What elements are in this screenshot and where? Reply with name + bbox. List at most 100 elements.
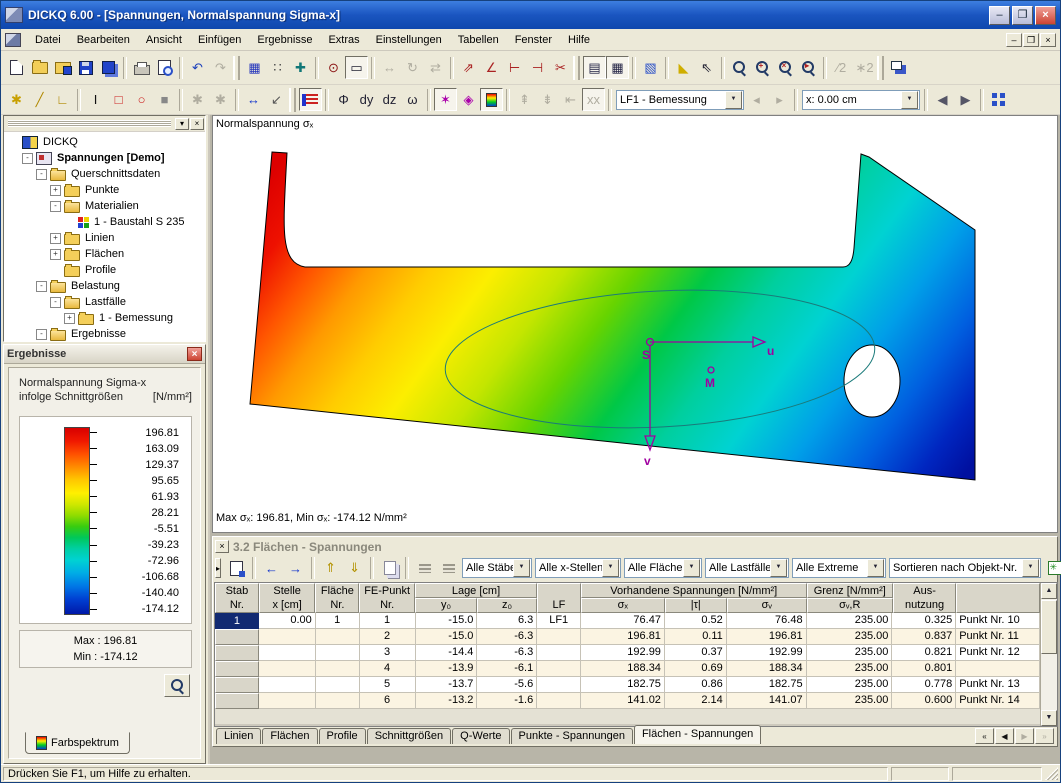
select-rect-button[interactable]: ▭	[345, 56, 368, 79]
cell[interactable]: -14.4	[415, 645, 478, 661]
tree-item-profile[interactable]: Profile	[4, 262, 205, 278]
cell[interactable]	[258, 645, 316, 661]
minimize-button[interactable]: –	[989, 5, 1010, 25]
undo-button[interactable]: ↶	[186, 56, 209, 79]
tree-item-spannungen-demo[interactable]: - Spannungen [Demo]	[4, 150, 205, 166]
cell[interactable]: 1	[359, 613, 416, 629]
tree-item-linien[interactable]: + Linien	[4, 230, 205, 246]
collapse-icon[interactable]: -	[22, 152, 33, 164]
cell[interactable]: 0.86	[664, 677, 727, 693]
cell[interactable]: 0.37	[664, 645, 727, 661]
cell[interactable]: 235.00	[806, 661, 893, 677]
row-header-cell[interactable]	[215, 677, 259, 693]
cell[interactable]	[315, 693, 360, 709]
cell[interactable]: LF1	[537, 613, 582, 629]
cell[interactable]: 6	[359, 693, 416, 709]
filter-lastfaelle-arrow-icon[interactable]: ▼	[770, 559, 788, 577]
new-file-button[interactable]	[5, 56, 28, 79]
row-header-cell[interactable]: 1	[215, 613, 259, 629]
row-header-cell[interactable]	[215, 661, 259, 677]
profile-plate-button[interactable]: ■	[153, 88, 176, 111]
print-preview-button[interactable]	[153, 56, 176, 79]
result-phi-button[interactable]: Φ	[332, 88, 355, 111]
filter-x-stellen-arrow-icon[interactable]: ▼	[602, 559, 620, 577]
tree-item-1-baustahl-s-235[interactable]: 1 - Baustahl S 235	[4, 214, 205, 230]
tab-profile[interactable]: Profile	[318, 728, 366, 744]
cell[interactable]	[315, 677, 360, 693]
menu-item-einf-gen[interactable]: Einfügen	[190, 31, 249, 49]
result-dz-button[interactable]: dz	[378, 88, 401, 111]
cell[interactable]: 192.99	[726, 645, 807, 661]
zoom-dynamic-button[interactable]: ▸	[797, 56, 820, 79]
print-graphic-button[interactable]: ▧	[639, 56, 662, 79]
expand-icon[interactable]: +	[50, 248, 61, 260]
edit-corner-button[interactable]: ∠	[480, 56, 503, 79]
expand-icon[interactable]: +	[50, 232, 61, 244]
result-omega-button[interactable]: ω	[401, 88, 424, 111]
cell[interactable]: 2	[359, 629, 416, 645]
menu-item-bearbeiten[interactable]: Bearbeiten	[69, 31, 138, 49]
x-position-select-arrow-icon[interactable]: ▼	[901, 90, 918, 109]
cell[interactable]	[537, 693, 582, 709]
menu-item-tabellen[interactable]: Tabellen	[450, 31, 507, 49]
cell[interactable]: -15.0	[415, 613, 478, 629]
navigator-pin-button[interactable]: ▾	[175, 117, 189, 130]
resize-grip[interactable]	[1045, 767, 1058, 780]
cell[interactable]: 0.11	[664, 629, 727, 645]
cell[interactable]: Punkt Nr. 10	[956, 613, 1040, 629]
open-project-button[interactable]	[51, 56, 74, 79]
zoom-in-button[interactable]: +	[751, 56, 774, 79]
tree-item-fl-chen[interactable]: + Flächen	[4, 246, 205, 262]
grip-handle-icon[interactable]	[8, 120, 171, 127]
table-close-button[interactable]: ×	[215, 540, 229, 553]
cell[interactable]	[315, 661, 360, 677]
move-node-button[interactable]: ⇗	[457, 56, 480, 79]
filter-staebe-arrow-icon[interactable]: ▼	[513, 559, 531, 577]
result-dy-button[interactable]: dy	[355, 88, 378, 111]
cell[interactable]: 76.48	[726, 613, 807, 629]
prev-x-button[interactable]: ◀	[931, 88, 954, 111]
collapse-icon[interactable]: -	[36, 168, 47, 180]
snap-pin-button[interactable]: ⊙	[322, 56, 345, 79]
mdi-minimize-button[interactable]: –	[1006, 32, 1022, 47]
row-header-cell[interactable]	[215, 645, 259, 661]
select-add-button[interactable]: ⇖	[695, 56, 718, 79]
prev-tab-button[interactable]: ◀	[995, 728, 1014, 744]
cell[interactable]: 0.69	[664, 661, 727, 677]
collapse-icon[interactable]: -	[36, 328, 47, 340]
cell[interactable]: 0.600	[892, 693, 957, 709]
results-panel-titlebar[interactable]: Ergebnisse ×	[4, 345, 205, 364]
cell[interactable]: 0.821	[892, 645, 957, 661]
tab-fl-chen[interactable]: Flächen	[262, 728, 318, 744]
restore-button[interactable]: ❐	[1012, 5, 1033, 25]
cell[interactable]: -15.0	[415, 629, 478, 645]
profile-i-button[interactable]: I	[84, 88, 107, 111]
menu-item-extras[interactable]: Extras	[320, 31, 367, 49]
mdi-close-button[interactable]: ×	[1040, 32, 1056, 47]
tree-item-punkte[interactable]: + Punkte	[4, 182, 205, 198]
cell[interactable]: 192.99	[581, 645, 665, 661]
cell[interactable]: 235.00	[806, 629, 893, 645]
open-file-button[interactable]	[28, 56, 51, 79]
cell[interactable]: 0.52	[664, 613, 727, 629]
row-header-cell[interactable]	[215, 693, 259, 709]
cell[interactable]	[258, 661, 316, 677]
tab-punkte-spannungen[interactable]: Punkte - Spannungen	[510, 728, 633, 744]
cell[interactable]: -13.9	[415, 661, 478, 677]
first-tab-button[interactable]: «	[975, 728, 994, 744]
scroll-down-button[interactable]: ▼	[1041, 710, 1057, 726]
cell[interactable]	[258, 629, 316, 645]
navigator-panel-button[interactable]: ▤	[583, 56, 606, 79]
cell[interactable]	[315, 629, 360, 645]
cell[interactable]: 235.00	[806, 613, 893, 629]
menu-item-ergebnisse[interactable]: Ergebnisse	[249, 31, 320, 49]
tree-item-dickq[interactable]: DICKQ	[4, 134, 205, 150]
zoom-window-button[interactable]	[728, 56, 751, 79]
tree-item-querschnittsdaten[interactable]: - Querschnittsdaten	[4, 166, 205, 182]
cell[interactable]: 0.00	[258, 613, 316, 629]
cell[interactable]: 0.778	[892, 677, 957, 693]
result-trajectories-button[interactable]: ✶	[434, 88, 457, 111]
filter-extreme-arrow-icon[interactable]: ▼	[867, 559, 885, 577]
cell[interactable]: 2.14	[664, 693, 727, 709]
cell[interactable]: 6.3	[477, 613, 538, 629]
